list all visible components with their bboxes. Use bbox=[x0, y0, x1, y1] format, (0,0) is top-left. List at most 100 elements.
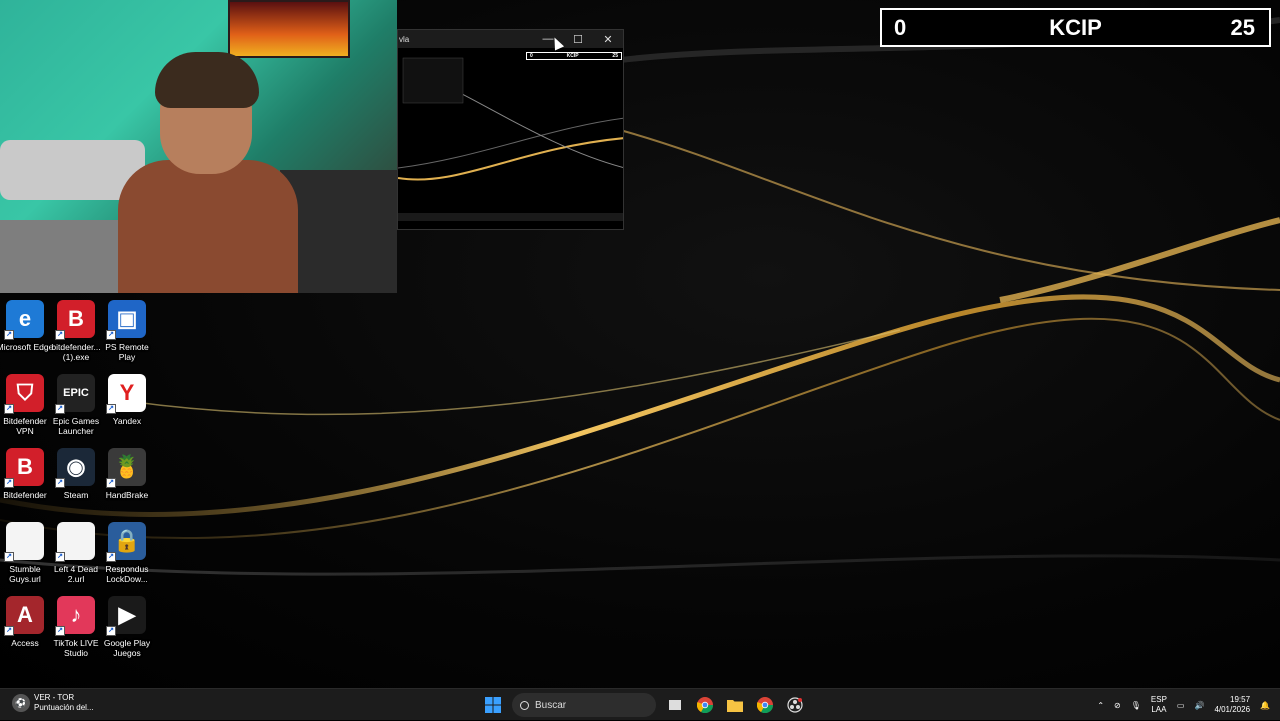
desktop-icon[interactable]: Y ↗ Yandex bbox=[102, 374, 152, 444]
folder-icon bbox=[727, 700, 743, 712]
desktop-icon[interactable]: EPIC ↗ Epic Games Launcher bbox=[51, 374, 101, 444]
floor bbox=[0, 220, 130, 293]
shortcut-arrow-icon: ↗ bbox=[106, 330, 116, 340]
shortcut-arrow-icon: ↗ bbox=[4, 404, 14, 414]
taskbar-file-explorer[interactable] bbox=[724, 694, 746, 716]
taskbar-search[interactable]: Buscar bbox=[512, 693, 656, 717]
window-title: vla bbox=[399, 34, 410, 44]
close-button[interactable]: ✕ bbox=[593, 30, 623, 48]
news-widget[interactable]: ⚽ VER - TOR Puntuación del... bbox=[12, 693, 94, 713]
app-window[interactable]: vla — ☐ ✕ 0 KCIP 25 bbox=[397, 29, 624, 230]
microphone-icon[interactable]: 🎙 bbox=[1131, 701, 1141, 710]
mini-score-right: 25 bbox=[612, 53, 618, 59]
desktop-icon[interactable]: B ↗ bitdefender... (1).exe bbox=[51, 300, 101, 370]
chrome-icon bbox=[757, 697, 773, 713]
desktop-icon[interactable]: ↗ Stumble Guys.url bbox=[0, 522, 50, 592]
desktop-icon[interactable]: ↗ Left 4 Dead 2.url bbox=[51, 522, 101, 592]
app-icon: B ↗ bbox=[55, 300, 95, 340]
news-subtitle: Puntuación del... bbox=[34, 703, 94, 712]
shortcut-arrow-icon: ↗ bbox=[55, 552, 65, 562]
mini-score-left: 0 bbox=[530, 53, 533, 59]
taskbar-chrome-2[interactable] bbox=[754, 694, 776, 716]
notification-icon[interactable]: 🔔 bbox=[1260, 701, 1270, 710]
app-icon: ↗ bbox=[55, 522, 95, 562]
taskbar-center: Buscar bbox=[482, 693, 806, 717]
desktop-icon[interactable]: ◉ ↗ Steam bbox=[51, 448, 101, 518]
shortcut-arrow-icon: ↗ bbox=[4, 330, 14, 340]
person-shirt bbox=[118, 160, 298, 293]
desktop-icon-label: Google Play Juegos bbox=[103, 638, 151, 658]
app-icon: ↗ bbox=[4, 522, 44, 562]
desktop-icon[interactable]: ⛉ ↗ Bitdefender VPN bbox=[0, 374, 50, 444]
desktop-icon-label: Respondus LockDow... bbox=[105, 564, 149, 584]
score-right: 25 bbox=[1230, 14, 1255, 40]
desktop-icon[interactable]: ▶ ↗ Google Play Juegos bbox=[102, 596, 152, 666]
desktop: vla — ☐ ✕ 0 KCIP 25 0 KCIP 25 e ↗ Microsof… bbox=[0, 0, 1280, 688]
desktop-icon[interactable]: ▣ ↗ PS Remote Play bbox=[102, 300, 152, 370]
task-view-icon bbox=[669, 700, 681, 710]
desktop-icon[interactable]: 🔒 ↗ Respondus LockDow... bbox=[102, 522, 152, 592]
shortcut-arrow-icon: ↗ bbox=[55, 404, 65, 414]
app-icon: ▶ ↗ bbox=[106, 596, 146, 636]
mini-taskbar bbox=[398, 213, 623, 221]
shortcut-arrow-icon: ↗ bbox=[106, 478, 116, 488]
app-icon: A ↗ bbox=[4, 596, 44, 636]
shortcut-arrow-icon: ↗ bbox=[55, 626, 65, 636]
news-headline: VER - TOR bbox=[34, 693, 75, 702]
windows-logo-icon bbox=[485, 697, 501, 713]
network-off-icon[interactable]: ⊘ bbox=[1114, 701, 1121, 710]
app-icon: e ↗ bbox=[4, 300, 44, 340]
taskbar: ⚽ VER - TOR Puntuación del... Buscar ⌃ ⊘… bbox=[0, 688, 1280, 720]
shortcut-arrow-icon: ↗ bbox=[55, 330, 65, 340]
chevron-up-icon[interactable]: ⌃ bbox=[1097, 701, 1104, 710]
webcam-overlay bbox=[0, 0, 397, 293]
shortcut-arrow-icon: ↗ bbox=[106, 626, 116, 636]
person-hair bbox=[155, 52, 259, 108]
mini-score-team: KCIP bbox=[566, 53, 579, 59]
lang-layout: LAA bbox=[1151, 705, 1167, 714]
app-icon: ♪ ↗ bbox=[55, 596, 95, 636]
desktop-icon[interactable]: A ↗ Access bbox=[0, 596, 50, 666]
fire-poster bbox=[228, 0, 350, 58]
shortcut-arrow-icon: ↗ bbox=[4, 626, 14, 636]
system-tray: ⌃ ⊘ 🎙 ESP LAA ▭ 🔊 19:57 4/01/2026 🔔 bbox=[1097, 689, 1270, 721]
taskbar-chrome[interactable] bbox=[694, 694, 716, 716]
task-view-button[interactable] bbox=[664, 694, 686, 716]
app-icon: 🔒 ↗ bbox=[106, 522, 146, 562]
clock[interactable]: 19:57 4/01/2026 bbox=[1214, 695, 1250, 715]
desktop-icon-label: Yandex bbox=[112, 416, 142, 426]
start-button[interactable] bbox=[482, 694, 504, 716]
desktop-icon[interactable]: ♪ ↗ TikTok LIVE Studio bbox=[51, 596, 101, 666]
app-icon: 🍍 ↗ bbox=[106, 448, 146, 488]
shortcut-arrow-icon: ↗ bbox=[106, 552, 116, 562]
search-icon bbox=[520, 700, 529, 710]
mini-scoreboard: 0 KCIP 25 bbox=[526, 52, 622, 60]
app-icon: B ↗ bbox=[4, 448, 44, 488]
shortcut-arrow-icon: ↗ bbox=[4, 552, 14, 562]
scoreboard: 0 KCIP 25 bbox=[880, 8, 1271, 47]
language-indicator[interactable]: ESP LAA bbox=[1151, 695, 1167, 715]
app-icon: ▣ ↗ bbox=[106, 300, 146, 340]
desktop-icon[interactable]: 🍍 ↗ HandBrake bbox=[102, 448, 152, 518]
taskbar-obs[interactable] bbox=[784, 694, 806, 716]
score-left: 0 bbox=[894, 14, 907, 40]
desktop-icon-label: PS Remote Play bbox=[105, 342, 149, 362]
volume-icon[interactable]: 🔊 bbox=[1194, 701, 1204, 710]
team-name: KCIP bbox=[1049, 14, 1102, 40]
maximize-button[interactable]: ☐ bbox=[563, 30, 593, 48]
app-icon: ⛉ ↗ bbox=[4, 374, 44, 414]
app-icon: Y ↗ bbox=[106, 374, 146, 414]
clock-time: 19:57 bbox=[1230, 695, 1251, 704]
chrome-icon bbox=[697, 697, 713, 713]
preview-wallpaper bbox=[398, 57, 623, 181]
clock-date: 4/01/2026 bbox=[1214, 705, 1251, 714]
obs-icon bbox=[787, 697, 803, 713]
display-icon[interactable]: ▭ bbox=[1177, 701, 1185, 710]
window-titlebar[interactable]: vla — ☐ ✕ bbox=[398, 30, 623, 48]
window-preview: 0 KCIP 25 bbox=[398, 48, 623, 221]
weather-news-icon: ⚽ bbox=[12, 694, 30, 712]
app-icon: ◉ ↗ bbox=[55, 448, 95, 488]
desktop-icon[interactable]: B ↗ Bitdefender bbox=[0, 448, 50, 518]
desktop-icon[interactable]: e ↗ Microsoft Edge bbox=[0, 300, 53, 370]
app-icon: EPIC ↗ bbox=[55, 374, 95, 414]
